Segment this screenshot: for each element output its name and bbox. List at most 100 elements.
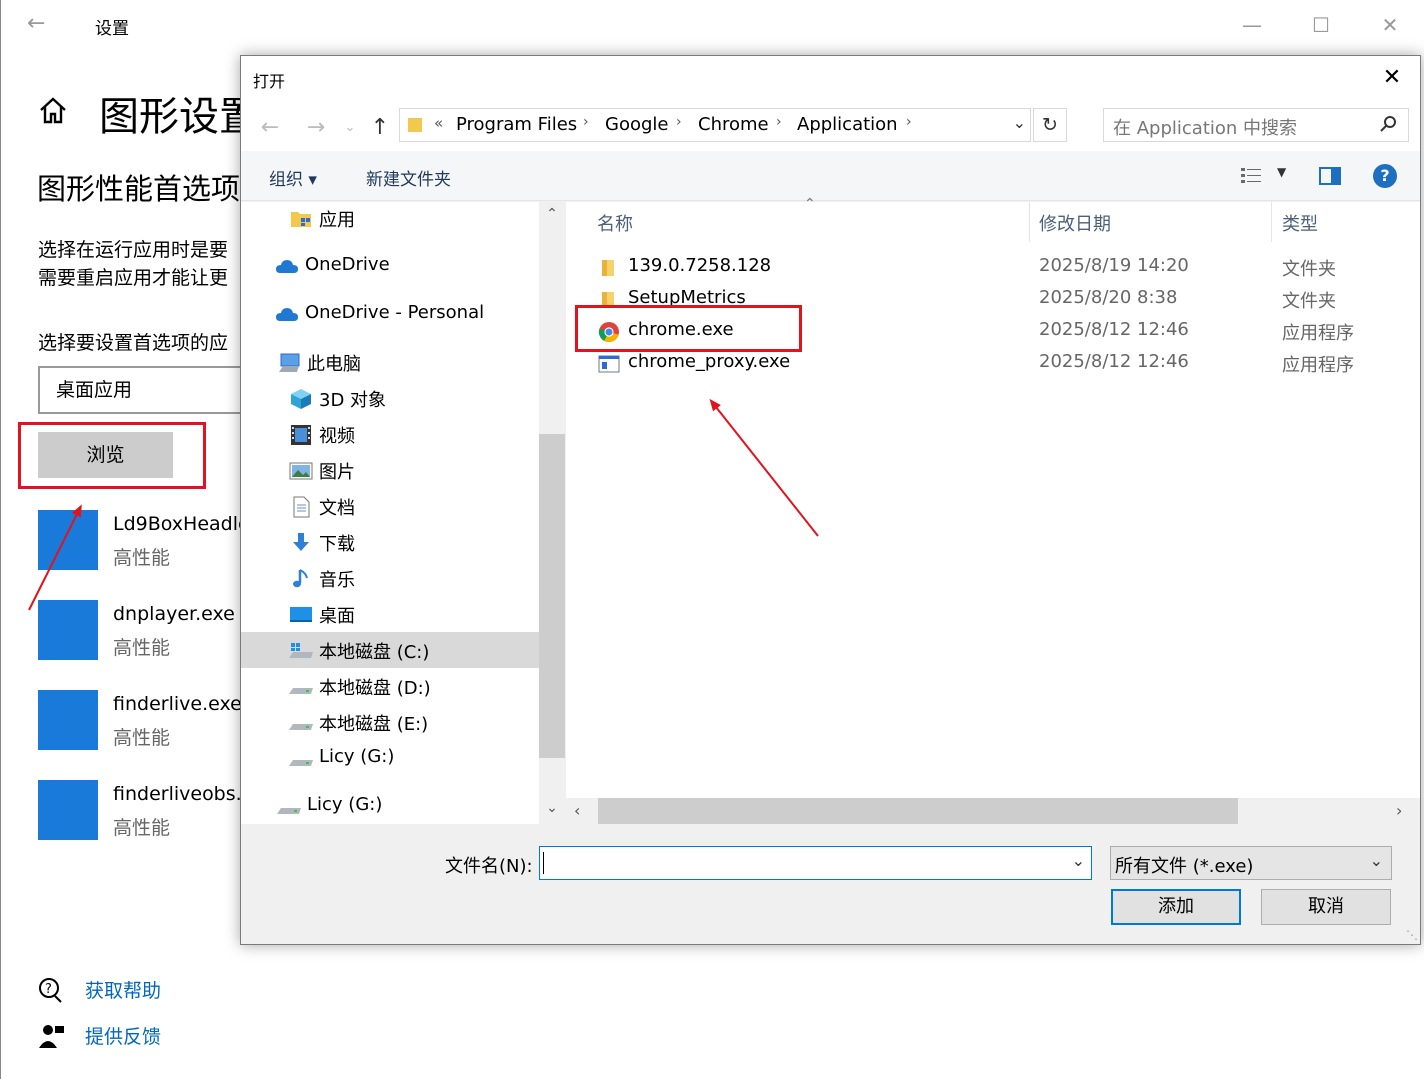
breadcrumb-item[interactable]: Chrome	[698, 114, 769, 135]
horizontal-scrollbar[interactable]: ‹ ›	[566, 798, 1420, 824]
search-input[interactable]: 在 Application 中搜索	[1103, 108, 1409, 142]
app-name: dnplayer.exe	[113, 603, 235, 625]
feedback-link[interactable]: 提供反馈	[85, 1022, 161, 1049]
up-icon[interactable]: ↑	[367, 115, 393, 141]
scroll-left-icon[interactable]: ‹	[574, 801, 580, 820]
file-type: 文件夹	[1282, 291, 1336, 312]
recent-locations-icon[interactable]: ⌄	[337, 115, 363, 141]
app-list-item[interactable]: finderliveobs.exe 高性能	[38, 780, 248, 842]
search-icon[interactable]	[1380, 115, 1398, 133]
highlight-box-browse	[18, 422, 206, 489]
nav-scrollbar[interactable]: ⌃ ⌄	[539, 202, 565, 824]
app-list-item[interactable]: finderlive.exe 高性能	[38, 690, 248, 752]
app-preference: 高性能	[113, 547, 171, 569]
app-icon	[38, 780, 98, 840]
maximize-icon[interactable]: ☐	[1306, 10, 1336, 40]
column-header-name[interactable]: 名称	[597, 210, 633, 236]
view-dropdown-icon[interactable]: ▼	[1277, 165, 1286, 179]
help-link[interactable]: 获取帮助	[85, 976, 161, 1003]
chevron-down-icon[interactable]: ⌄	[1370, 851, 1383, 870]
filename-label: 文件名(N):	[445, 856, 533, 877]
file-list: ⌃ 名称 修改日期 类型 139.0.7258.128 2025/8/19 14…	[566, 196, 1420, 824]
nav-label: 视频	[319, 426, 355, 447]
scrollbar-thumb[interactable]	[598, 798, 1238, 824]
nav-label: 本地磁盘 (E:)	[319, 714, 429, 735]
close-icon[interactable]: ✕	[1378, 64, 1406, 92]
new-folder-button[interactable]: 新建文件夹	[366, 165, 451, 190]
app-type-label: 选择要设置首选项的应	[38, 332, 229, 354]
forward-icon[interactable]: →	[303, 115, 329, 141]
help-icon[interactable]: ?	[1373, 164, 1397, 188]
description: 选择在运行应用时是要 需要重启应用才能让更	[38, 236, 241, 292]
highlight-box-chrome	[575, 305, 802, 352]
column-divider[interactable]	[1029, 202, 1030, 242]
drive-icon	[289, 748, 313, 770]
column-header-type[interactable]: 类型	[1282, 210, 1318, 236]
description-line: 需要重启应用才能让更	[38, 267, 229, 289]
column-header-modified[interactable]: 修改日期	[1039, 210, 1111, 236]
dialog-titlebar: 打开 ✕	[241, 56, 1420, 101]
scroll-right-icon[interactable]: ›	[1396, 801, 1402, 820]
close-window-icon[interactable]: ✕	[1375, 10, 1405, 40]
chevron-down-icon[interactable]: ⌄	[1072, 851, 1085, 870]
breadcrumb-item[interactable]: Google	[605, 114, 668, 135]
breadcrumb-item[interactable]: Application	[797, 114, 898, 135]
navigation-bar: ← → ⌄ ↑ « Program Files › Google › Chrom…	[241, 101, 1420, 151]
chevron-down-icon[interactable]: ⌄	[1013, 113, 1026, 132]
exe-icon	[598, 353, 620, 375]
nav-label: OneDrive - Personal	[305, 302, 485, 323]
minimize-icon[interactable]: —	[1237, 10, 1267, 40]
video-icon	[289, 424, 313, 446]
app-icon	[38, 600, 98, 660]
app-list-item[interactable]: dnplayer.exe 高性能	[38, 600, 248, 662]
system-drive-icon	[289, 640, 313, 662]
preview-pane-icon[interactable]	[1319, 167, 1341, 185]
filename-input[interactable]: ⌄	[539, 846, 1092, 880]
nav-label: 文档	[319, 498, 355, 519]
add-button[interactable]: 添加	[1111, 889, 1241, 925]
file-type-value: 所有文件 (*.exe)	[1115, 856, 1254, 877]
file-type-select[interactable]: 所有文件 (*.exe) ⌄	[1110, 846, 1392, 880]
organize-button[interactable]: 组织 ▾	[269, 165, 317, 190]
app-list-item[interactable]: Ld9BoxHeadless.exe 高性能	[38, 510, 248, 572]
file-modified: 2025/8/19 14:20	[1039, 255, 1189, 276]
scroll-up-icon[interactable]: ⌃	[539, 206, 565, 222]
sort-ascending-icon: ⌃	[804, 196, 816, 212]
home-icon[interactable]	[37, 94, 69, 126]
music-icon	[289, 568, 313, 590]
file-row[interactable]: 139.0.7258.128 2025/8/19 14:20 文件夹	[566, 252, 1420, 284]
back-icon[interactable]: ←	[257, 115, 283, 141]
view-options-icon[interactable]	[1241, 167, 1263, 185]
file-modified: 2025/8/12 12:46	[1039, 351, 1189, 372]
back-arrow-icon[interactable]: ←	[27, 12, 51, 36]
breadcrumb-item[interactable]: Program Files	[456, 114, 577, 135]
drive-icon	[289, 712, 313, 734]
file-row[interactable]: chrome_proxy.exe 2025/8/12 12:46 应用程序	[566, 348, 1420, 380]
search-placeholder: 在 Application 中搜索	[1113, 118, 1298, 139]
cancel-button[interactable]: 取消	[1261, 889, 1391, 925]
app-name: finderliveobs.exe	[113, 783, 243, 805]
breadcrumb-chevron-icon[interactable]: ›	[906, 114, 912, 130]
resize-grip-icon[interactable]: ⋱	[1406, 928, 1418, 942]
section-title: 图形性能首选项	[37, 172, 241, 206]
breadcrumb-chevron-icon[interactable]: ›	[676, 114, 682, 130]
breadcrumb-chevron-icon[interactable]: ›	[583, 114, 589, 130]
nav-label: 3D 对象	[319, 390, 387, 411]
column-divider[interactable]	[1271, 202, 1272, 242]
address-bar[interactable]: « Program Files › Google › Chrome › Appl…	[399, 108, 1031, 142]
file-type: 文件夹	[1282, 259, 1336, 280]
nav-label: 下载	[319, 534, 355, 555]
window-title: 设置	[95, 19, 129, 39]
overflow-chevron[interactable]: «	[434, 114, 443, 132]
apps-folder-icon	[289, 208, 313, 230]
cube-icon	[289, 388, 313, 410]
app-preference: 高性能	[113, 637, 171, 659]
refresh-icon[interactable]: ↻	[1033, 108, 1067, 142]
drive-icon	[289, 676, 313, 698]
scrollbar-thumb[interactable]	[539, 434, 565, 758]
scroll-down-icon[interactable]: ⌄	[539, 800, 565, 816]
dialog-title: 打开	[253, 72, 286, 91]
app-type-select[interactable]: 桌面应用	[38, 366, 248, 414]
document-icon	[289, 496, 313, 518]
breadcrumb-chevron-icon[interactable]: ›	[776, 114, 782, 130]
